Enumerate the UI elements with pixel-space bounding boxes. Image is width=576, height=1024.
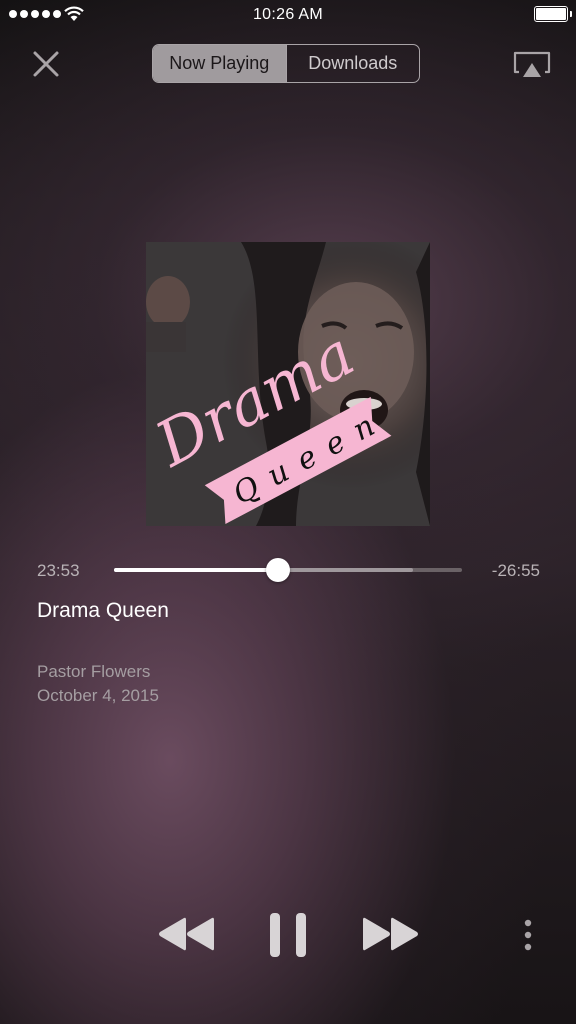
battery-icon [534, 6, 572, 22]
airplay-icon[interactable] [512, 50, 552, 80]
more-vertical-icon[interactable] [518, 918, 538, 952]
track-date: October 4, 2015 [37, 686, 159, 705]
status-time: 10:26 AM [252, 6, 323, 23]
artwork-image: Drama Queen [146, 242, 430, 526]
fast-forward-icon[interactable] [361, 914, 421, 954]
track-title: Drama Queen [37, 599, 169, 622]
segmented-control: Now Playing Downloads [152, 44, 420, 83]
tab-now-playing[interactable]: Now Playing [153, 45, 286, 82]
album-artwork: Drama Queen [146, 242, 430, 526]
time-remaining: -26:55 [491, 561, 540, 580]
progress-thumb[interactable] [265, 558, 290, 582]
close-icon[interactable] [30, 48, 62, 80]
progress-slider[interactable] [114, 558, 462, 582]
time-elapsed: 23:53 [37, 561, 80, 580]
speaker-name: Pastor Flowers [37, 662, 151, 681]
pause-icon[interactable] [266, 912, 310, 958]
rewind-icon[interactable] [156, 914, 216, 954]
tab-downloads[interactable]: Downloads [285, 45, 420, 82]
status-bar: 10:26 AM [0, 0, 576, 30]
progress-played [114, 568, 278, 572]
